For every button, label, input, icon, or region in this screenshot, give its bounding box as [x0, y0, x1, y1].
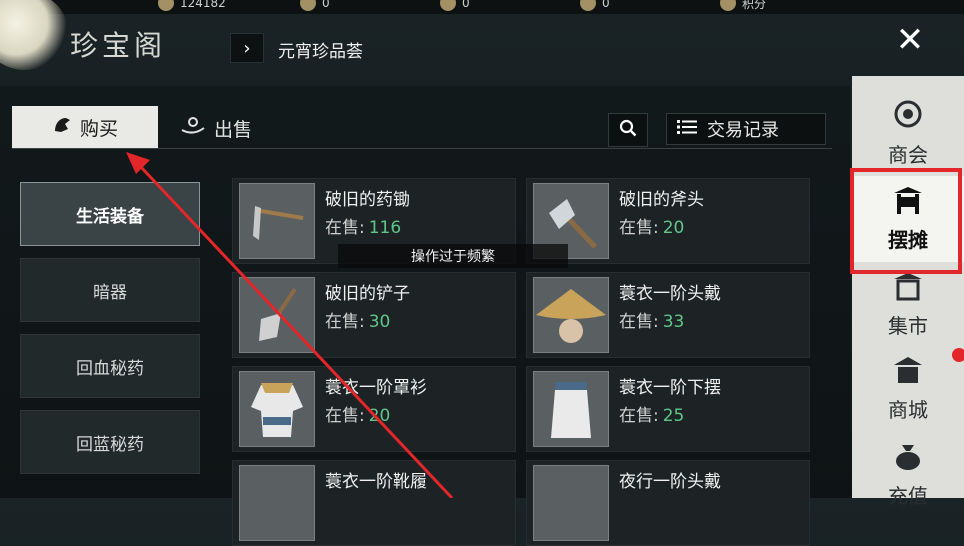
annotation-arrow — [126, 152, 454, 498]
